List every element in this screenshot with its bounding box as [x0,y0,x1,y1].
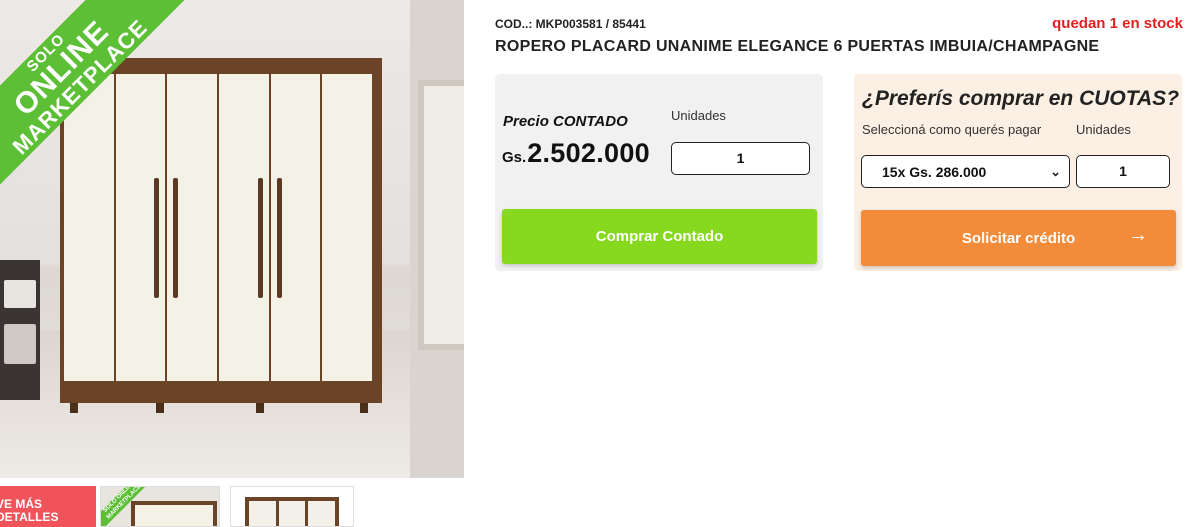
price-amount: 2.502.000 [527,138,651,168]
chevron-down-icon: ⌄ [1050,163,1061,179]
credit-units-label: Unidades [1076,122,1131,137]
installment-select-label: Seleccioná como querés pagar [862,122,1042,137]
cash-quantity-value: 1 [736,150,745,166]
wardrobe-illustration [60,58,382,403]
product-code: COD..: MKP003581 / 85441 [495,17,646,31]
arrow-right-icon: → [1128,224,1148,246]
credit-purchase-panel: ¿Preferís comprar en CUOTAS? Seleccioná … [854,74,1182,271]
photo-doorway [418,80,464,350]
request-credit-label: Solicitar crédito [961,229,1076,247]
cash-purchase-panel: Precio CONTADO Unidades Gs. 2.502.000 1 … [495,74,823,271]
cash-price: Gs. 2.502.000 [502,138,650,169]
credit-heading: ¿Preferís comprar en CUOTAS? [862,87,1180,110]
thumbnail-details[interactable]: VE MÁS DETALLES [0,486,96,527]
buy-cash-button[interactable]: Comprar Contado [502,209,817,264]
product-title: ROPERO PLACARD UNANIME ELEGANCE 6 PUERTA… [495,38,1100,55]
thumbnail-interior-image [245,497,339,526]
installment-select[interactable]: 15x Gs. 286.000 ⌄ [861,155,1070,188]
stock-notice: quedan 1 en stock [1052,15,1183,32]
currency-symbol: Gs. [502,149,527,166]
credit-quantity-input[interactable]: 1 [1076,155,1170,188]
product-main-image[interactable]: SOLO ONLINE MARKETPLACE [0,0,464,478]
installment-selected-value: 15x Gs. 286.000 [882,163,987,180]
thumbnail-wardrobe-image [131,501,217,526]
cash-units-label: Unidades [671,108,726,123]
credit-quantity-value: 1 [1119,163,1127,179]
photo-shelf [0,260,40,400]
thumbnail-wardrobe[interactable]: SOLO ONLINE MARKETPLACE [100,486,220,527]
thumbnail-promo-line-2: DETALLES [0,510,59,524]
thumbnail-interior[interactable] [230,486,354,527]
cash-price-label: Precio CONTADO [503,113,628,130]
cash-quantity-input[interactable]: 1 [671,142,810,175]
buy-cash-label: Comprar Contado [595,228,724,245]
request-credit-button[interactable]: Solicitar crédito → [861,210,1176,266]
wardrobe-legs [60,403,382,413]
